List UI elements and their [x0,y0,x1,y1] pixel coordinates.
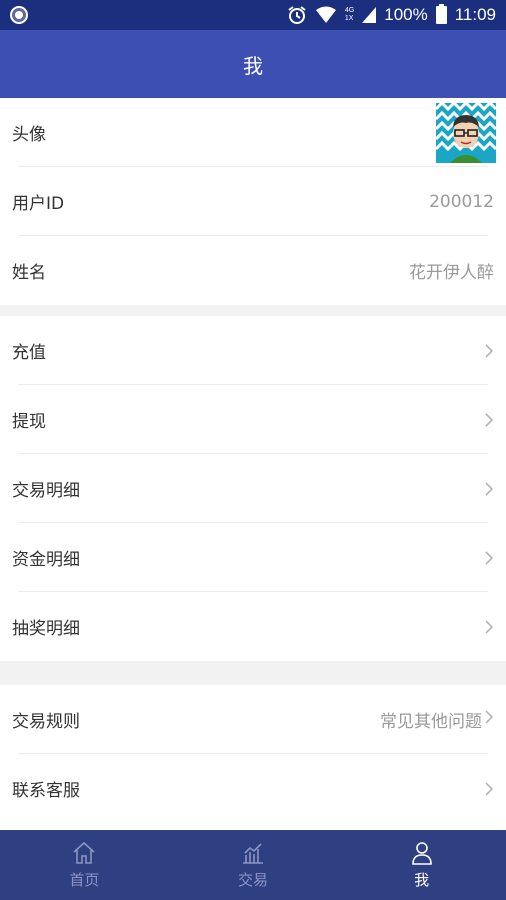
avatar[interactable] [436,102,496,163]
chart-icon [240,841,266,865]
menu-item-label: 抽奖明细 [12,619,80,639]
menu-item-customer-service[interactable]: 联系客服 [0,754,506,823]
help-section: 交易规则 常见其他问题 联系客服 [0,685,506,830]
menu-item-trade-rules[interactable]: 交易规则 常见其他问题 [0,685,506,754]
menu-item-fund-details[interactable]: 资金明细 [0,523,506,592]
menu-item-label: 交易明细 [12,481,80,501]
menu-item-label: 资金明细 [12,550,80,570]
menu-item-label: 提现 [12,412,46,432]
alarm-icon [287,5,307,25]
person-icon [409,841,435,865]
profile-section: 头像 用户ID 200012 姓名 花开伊人醉 [0,98,506,305]
tab-label: 首页 [69,870,100,889]
menu-item-recharge[interactable]: 充值 [0,316,506,385]
status-bar: 4G 1X 100% 11:09 [0,0,506,30]
chevron-right-icon [484,343,494,359]
tab-trade[interactable]: 交易 [169,830,338,900]
chevron-right-icon [484,481,494,497]
battery-icon [435,4,447,24]
page-header: 我 [0,30,506,98]
chevron-right-icon [484,709,494,730]
tab-label: 交易 [238,870,269,889]
menu-item-label: 联系客服 [12,781,80,801]
user-id-label: 用户ID [12,194,65,214]
page-title: 我 [243,53,263,78]
tab-home[interactable]: 首页 [0,830,169,900]
menu-item-label: 充值 [12,343,46,363]
name-label: 姓名 [12,263,46,283]
tab-label: 我 [414,870,430,889]
avatar-row[interactable]: 头像 [0,98,506,167]
menu-item-lottery-details[interactable]: 抽奖明细 [0,592,506,661]
clock: 11:09 [454,5,496,24]
name-value: 花开伊人醉 [409,263,494,283]
wifi-icon [315,6,337,24]
chevron-right-icon [484,781,494,797]
menu-item-withdraw[interactable]: 提现 [0,385,506,454]
user-id-row: 用户ID 200012 [0,167,506,236]
finance-section: 充值 提现 交易明细 资金明细 抽奖明细 [0,316,506,661]
battery-percent: 100% [384,5,428,24]
signal-icon [362,7,377,23]
menu-item-trade-details[interactable]: 交易明细 [0,454,506,523]
faq-link-text[interactable]: 常见其他问题 [380,707,482,732]
menu-item-label: 交易规则 [12,712,80,732]
network-type-label: 4G 1X [344,7,355,22]
user-id-value: 200012 [429,191,494,212]
bottom-tab-bar: 首页 交易 我 [0,830,506,900]
home-icon [71,841,97,865]
app-notification-icon [10,6,28,24]
chevron-right-icon [484,550,494,566]
avatar-label: 头像 [12,125,46,145]
tab-me[interactable]: 我 [337,830,506,900]
chevron-right-icon [484,619,494,635]
name-row: 姓名 花开伊人醉 [0,236,506,305]
chevron-right-icon [484,412,494,428]
